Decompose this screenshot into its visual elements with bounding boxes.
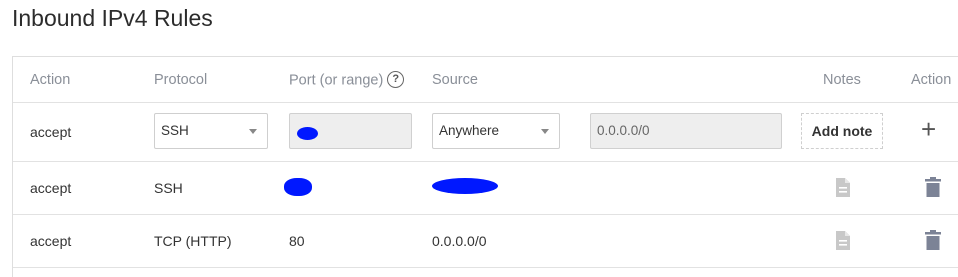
column-action: Action — [30, 72, 71, 88]
rule-action: accept — [30, 180, 72, 196]
trash-icon[interactable] — [924, 177, 942, 198]
page-title: Inbound IPv4 Rules — [12, 5, 213, 31]
rule-protocol: SSH — [154, 180, 183, 196]
redacted-source — [432, 178, 498, 194]
column-source: Source — [432, 72, 478, 88]
column-port: Port (or range)? — [289, 71, 405, 89]
source-select[interactable]: Anywhere — [432, 113, 560, 149]
table-row: accept SSH — [13, 162, 958, 215]
column-port-label: Port (or range) — [289, 72, 384, 89]
rule-port — [284, 178, 314, 198]
source-address-input[interactable]: 0.0.0.0/0 — [590, 113, 782, 149]
redacted-port — [297, 127, 318, 140]
rule-action: accept — [30, 233, 72, 249]
rule-port: 80 — [289, 233, 305, 249]
new-rule-row: accept SSH Anywhere 0.0.0.0/0 Add note + — [13, 103, 958, 162]
add-note-button[interactable]: Add note — [801, 113, 883, 149]
chevron-down-icon — [249, 129, 257, 134]
source-select-value: Anywhere — [439, 123, 500, 138]
table-row: accept TCP (HTTP) 80 0.0.0.0/0 — [13, 215, 958, 268]
table-header: Action Protocol Port (or range)? Source … — [13, 57, 958, 103]
rule-source — [432, 178, 502, 196]
source-address-value: 0.0.0.0/0 — [597, 123, 650, 138]
column-protocol: Protocol — [154, 72, 208, 88]
question-circle-icon[interactable]: ? — [387, 71, 405, 88]
trash-icon[interactable] — [924, 230, 942, 251]
protocol-select-value: SSH — [161, 123, 189, 138]
chevron-down-icon — [541, 129, 549, 134]
protocol-select[interactable]: SSH — [154, 113, 268, 149]
port-input[interactable] — [289, 113, 412, 149]
rule-protocol: TCP (HTTP) — [154, 233, 232, 249]
inbound-rules-table: Action Protocol Port (or range)? Source … — [12, 56, 958, 277]
note-document-icon[interactable] — [834, 230, 852, 251]
column-notes: Notes — [823, 72, 861, 88]
redacted-port — [284, 178, 312, 196]
note-document-icon[interactable] — [834, 177, 852, 198]
new-rule-action: accept — [30, 124, 72, 140]
column-actions: Action — [911, 72, 952, 88]
plus-icon[interactable]: + — [921, 114, 936, 144]
rule-source: 0.0.0.0/0 — [432, 233, 487, 249]
